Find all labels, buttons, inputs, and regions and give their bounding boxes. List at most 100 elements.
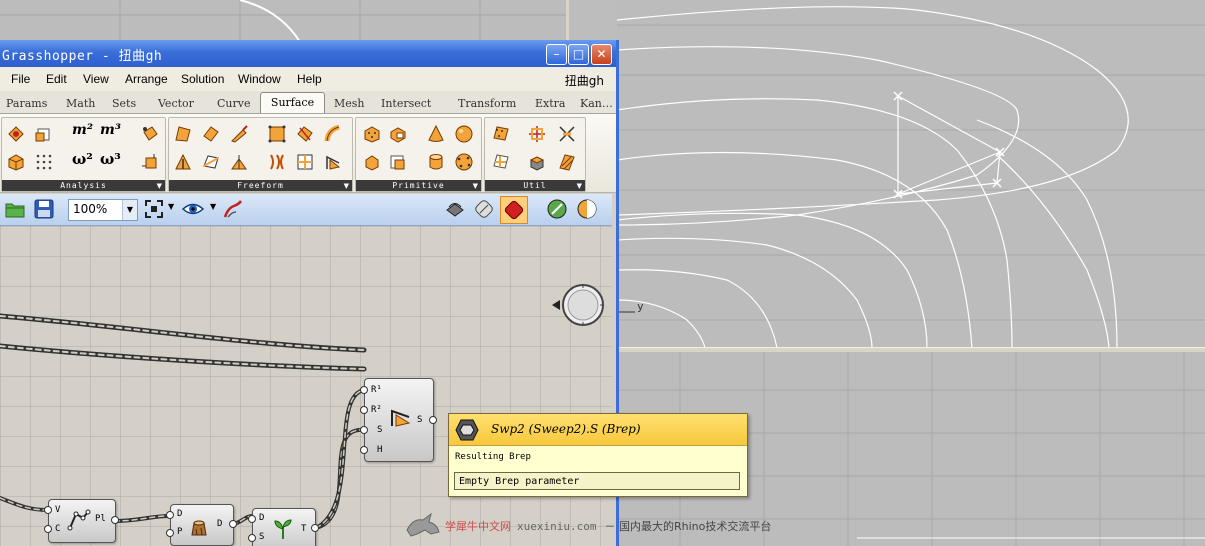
output-grip[interactable] [311,524,319,532]
edge-surface-icon[interactable] [201,124,221,144]
graft-output-tree[interactable]: T [301,524,306,534]
boundary-surface-icon[interactable] [173,124,193,144]
input-grip[interactable] [360,426,368,434]
prune-input-path[interactable]: P [177,527,182,537]
prune-input-data[interactable]: D [177,509,182,519]
tab-mesh[interactable]: Mesh [334,97,365,110]
volume-inertia-icon[interactable]: ω³ [100,150,121,168]
volume-moments-icon[interactable]: m³ [100,122,121,138]
sketch-pen-icon[interactable] [222,198,244,220]
grasshopper-canvas[interactable]: R¹ R² S H S V C Pl D P D D S T [0,226,612,546]
tab-extra[interactable]: Extra [535,97,565,110]
close-button[interactable]: ✕ [591,44,612,65]
preview-selected-button[interactable] [500,196,528,224]
output-grip[interactable] [429,416,437,424]
sweep2-input-height[interactable]: H [377,445,382,455]
center-box-icon[interactable] [362,152,382,172]
evaluate-box-icon[interactable] [34,152,54,172]
polyline-input-closed[interactable]: C [55,524,60,534]
output-grip[interactable] [229,520,237,528]
sphere-icon[interactable] [454,124,474,144]
sweep1-icon[interactable] [323,152,343,172]
pipe-icon[interactable] [323,124,343,144]
polyline-input-vertices[interactable]: V [55,505,60,515]
domain-box-icon[interactable] [388,152,408,172]
open-file-icon[interactable] [4,198,26,220]
chevron-down-icon[interactable]: ▼ [122,200,137,220]
network-surface-icon[interactable] [267,152,287,172]
tab-math[interactable]: Math [66,97,95,110]
preview-eye-icon[interactable] [182,198,204,220]
sweep2-component[interactable]: R¹ R² S H S [364,378,434,462]
input-grip[interactable] [360,446,368,454]
rail-revolution-icon[interactable] [295,152,315,172]
sweep2-input-rail1[interactable]: R¹ [371,385,382,395]
input-grip[interactable] [248,534,256,542]
graft-input-data[interactable]: D [259,513,264,523]
planar-srf-icon[interactable] [229,152,249,172]
preview-shaded-icon[interactable] [473,198,495,220]
menu-edit[interactable]: Edit [46,72,67,86]
menu-arrange[interactable]: Arrange [125,72,168,86]
graft-tree-component[interactable]: D S T [252,508,316,546]
dimensions-icon[interactable] [140,152,160,172]
menu-window[interactable]: Window [238,72,281,86]
menu-solution[interactable]: Solution [181,72,224,86]
expand-arrow-icon[interactable]: ▼ [157,182,162,190]
maximize-button[interactable]: □ [568,44,589,65]
sweep2-output-surface[interactable]: S [417,415,422,425]
area-icon[interactable] [6,124,26,144]
expand-arrow-icon[interactable]: ▼ [344,182,349,190]
chevron-down-icon[interactable]: ▼ [210,202,216,211]
tab-kangaroo[interactable]: Kan… [580,97,613,110]
brep-join-icon[interactable] [557,124,577,144]
cap-holes-icon[interactable] [527,152,547,172]
navigation-compass-icon[interactable] [548,282,606,328]
loft-icon[interactable] [295,124,315,144]
colors-icon[interactable] [576,198,598,220]
cone-icon[interactable] [426,124,446,144]
viewport-perspective[interactable]: y [617,0,1205,348]
viewport-divider-vertical[interactable] [566,0,569,42]
area-inertia-icon[interactable]: ω² [72,150,93,168]
tab-vector[interactable]: Vector [158,97,194,110]
box-2pt-icon[interactable] [388,124,408,144]
output-grip[interactable] [111,516,119,524]
graft-input-strip[interactable]: S [259,532,264,542]
sweep2-input-rail2[interactable]: R² [371,405,382,415]
tab-surface[interactable]: Surface [260,92,325,113]
volume-icon[interactable] [34,124,54,144]
polyline-output[interactable]: Pl [95,514,106,524]
prune-tree-component[interactable]: D P D [170,504,234,546]
polyline-component[interactable]: V C Pl [48,499,116,543]
input-grip[interactable] [44,506,52,514]
tab-intersect[interactable]: Intersect [381,97,431,110]
cylinder-icon[interactable] [426,152,446,172]
tab-params[interactable]: Params [6,97,47,110]
zoom-dropdown[interactable]: 100% ▼ [68,199,138,221]
menu-file[interactable]: File [11,72,30,86]
zoom-extents-icon[interactable] [143,198,165,220]
save-file-icon[interactable] [33,198,55,220]
expand-arrow-icon[interactable]: ▼ [473,182,478,190]
box-properties-icon[interactable] [6,152,26,172]
bake-icon[interactable] [546,198,568,220]
title-bar[interactable]: Grasshopper - 扭曲gh – □ ✕ [0,40,616,67]
input-grip[interactable] [360,386,368,394]
sphere-4pt-icon[interactable] [454,152,474,172]
preview-wireframe-icon[interactable] [444,198,466,220]
divide-surface-icon[interactable] [527,124,547,144]
four-point-surface-icon[interactable] [201,152,221,172]
input-grip[interactable] [360,406,368,414]
area-moments-icon[interactable]: m² [72,122,93,138]
tab-curve[interactable]: Curve [217,97,250,110]
sweep2-input-sections[interactable]: S [377,425,382,435]
tab-sets[interactable]: Sets [112,97,136,110]
prune-output-data[interactable]: D [217,519,222,529]
isotrim-icon[interactable] [491,152,511,172]
extrude-icon[interactable] [229,124,249,144]
extrude-point-icon[interactable] [173,152,193,172]
input-grip[interactable] [166,529,174,537]
chevron-down-icon[interactable]: ▼ [168,202,174,211]
fragment-patch-icon[interactable] [267,124,287,144]
